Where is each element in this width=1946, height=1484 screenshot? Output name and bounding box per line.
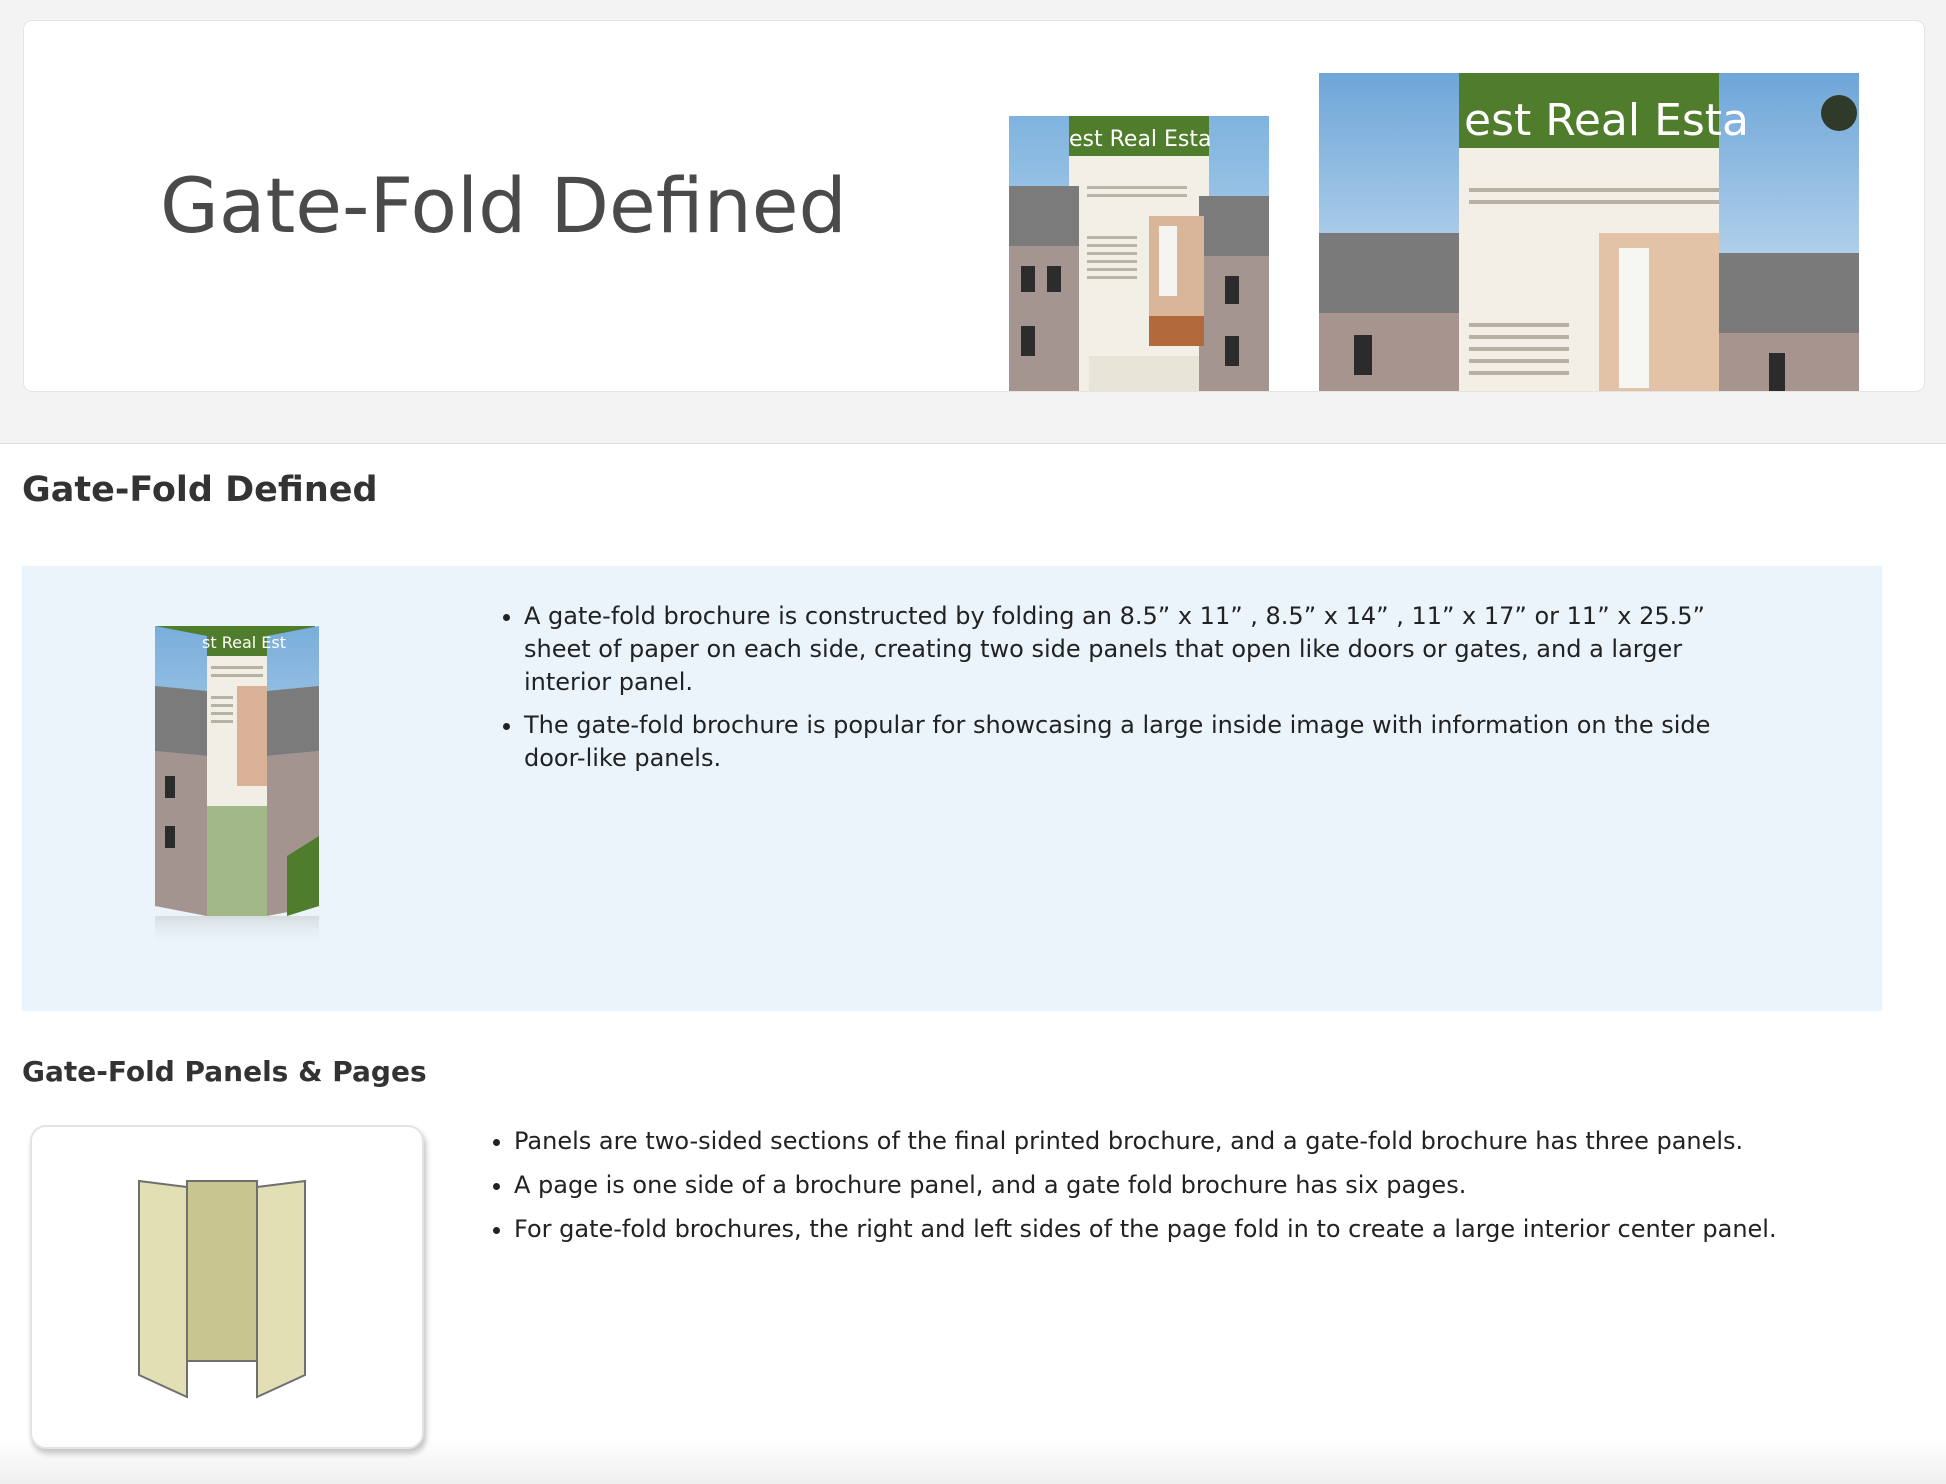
- list-item: Panels are two-sided sections of the fin…: [514, 1124, 1914, 1158]
- banner-image-headline-small: est Real Esta: [1069, 127, 1212, 152]
- brochure-banner-image: est Real Esta: [1009, 116, 1269, 391]
- gate-fold-diagram-icon: [138, 1179, 306, 1399]
- gate-fold-diagram-card: [30, 1125, 424, 1449]
- banner-title: Gate-Fold Defined: [160, 161, 847, 250]
- brochure-banner-image-large: est Real Esta: [1319, 73, 1879, 391]
- list-item: A gate-fold brochure is constructed by f…: [524, 600, 1744, 699]
- list-item: For gate-fold brochures, the right and l…: [514, 1212, 1914, 1246]
- bottom-shadow: [0, 1440, 1946, 1484]
- thumbnail-headline: st Real Est: [202, 633, 286, 652]
- banner-image-headline-large: est Real Esta: [1464, 95, 1749, 146]
- section-title-gate-fold-defined: Gate-Fold Defined: [22, 470, 378, 510]
- gate-fold-defined-panel: st Real Est A gate-fold brochure is cons…: [22, 566, 1882, 1011]
- section-title-panels-pages: Gate-Fold Panels & Pages: [22, 1055, 427, 1088]
- list-item: A page is one side of a brochure panel, …: [514, 1168, 1914, 1202]
- panels-pages-list: Panels are two-sided sections of the fin…: [514, 1124, 1914, 1256]
- header-band: Gate-Fold Defined est Real Esta est Real…: [0, 0, 1946, 444]
- hero-banner: Gate-Fold Defined est Real Esta est Real…: [23, 20, 1925, 392]
- gate-fold-defined-list: A gate-fold brochure is constructed by f…: [524, 600, 1744, 785]
- list-item: The gate-fold brochure is popular for sh…: [524, 709, 1744, 775]
- brochure-thumbnail-image: st Real Est: [155, 626, 319, 946]
